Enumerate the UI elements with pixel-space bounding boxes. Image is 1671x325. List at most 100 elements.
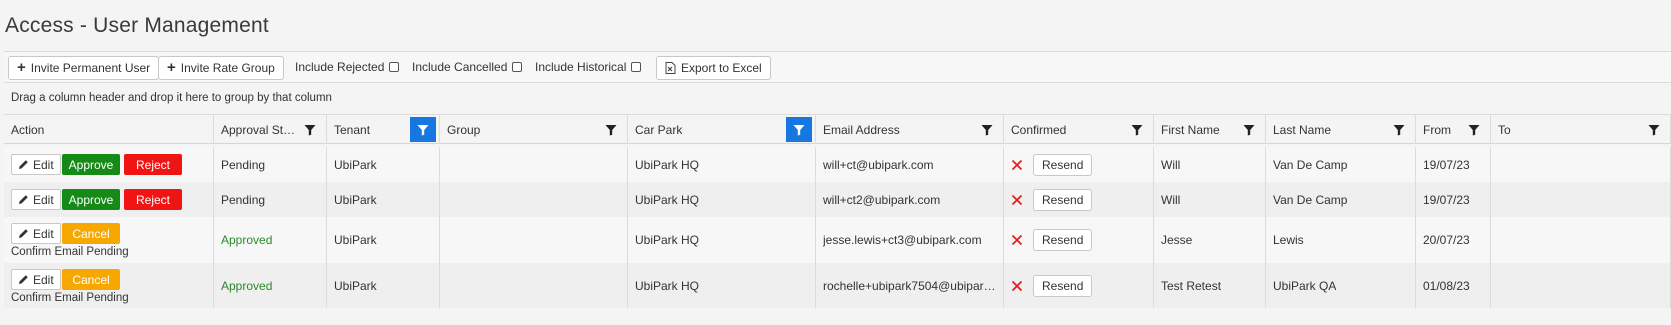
column-header-car-park[interactable]: Car Park bbox=[628, 115, 816, 144]
column-header-label: Confirmed bbox=[1011, 123, 1067, 137]
column-filter-button[interactable] bbox=[1386, 117, 1412, 142]
grid-header-row: Action Approval Status Tenant Group Car Park… bbox=[4, 115, 1671, 144]
table-row: Edit Approve Reject Pending UbiPark UbiPark H… bbox=[4, 182, 1671, 217]
column-header-to[interactable]: To bbox=[1491, 115, 1671, 144]
edit-button[interactable]: Edit bbox=[11, 269, 61, 290]
column-header-first-name[interactable]: First Name bbox=[1154, 115, 1266, 144]
group-cell bbox=[440, 217, 628, 263]
car-park-cell: UbiPark HQ bbox=[628, 147, 816, 182]
edit-button[interactable]: Edit bbox=[11, 223, 61, 244]
last-name-cell: Lewis bbox=[1266, 217, 1416, 263]
to-date-cell bbox=[1491, 182, 1671, 217]
column-filter-button[interactable] bbox=[598, 117, 624, 142]
last-name-cell: Van De Camp bbox=[1266, 147, 1416, 182]
column-header-label: Approval Status bbox=[221, 123, 298, 137]
column-header-label: Last Name bbox=[1273, 123, 1332, 137]
group-cell bbox=[440, 182, 628, 217]
confirm-email-pending-note: Confirm Email Pending bbox=[11, 246, 129, 258]
car-park-cell: UbiPark HQ bbox=[628, 182, 816, 217]
user-grid: Action Approval Status Tenant Group Car Park… bbox=[4, 115, 1671, 308]
column-header-approval-status[interactable]: Approval Status bbox=[214, 115, 327, 144]
approval-status-cell: Pending bbox=[214, 147, 327, 182]
to-date-cell bbox=[1491, 147, 1671, 182]
export-to-excel-button[interactable]: Export to Excel bbox=[656, 56, 771, 80]
column-header-from[interactable]: From bbox=[1416, 115, 1491, 144]
column-filter-button[interactable] bbox=[1236, 117, 1262, 142]
tenant-cell: UbiPark bbox=[327, 217, 440, 263]
funnel-icon bbox=[417, 124, 429, 135]
invite-permanent-user-button[interactable]: + Invite Permanent User bbox=[8, 56, 160, 80]
last-name-cell-text: UbiPark QA bbox=[1273, 278, 1337, 293]
include-rejected-box[interactable] bbox=[389, 62, 400, 72]
column-filter-button[interactable] bbox=[1461, 117, 1487, 142]
approval-status-cell: Approved bbox=[214, 263, 327, 308]
funnel-icon bbox=[1393, 124, 1405, 135]
from-date-cell-text: 20/07/23 bbox=[1423, 233, 1470, 247]
edit-label: Edit bbox=[33, 272, 54, 287]
column-header-label: Group bbox=[447, 123, 481, 137]
column-filter-button[interactable] bbox=[410, 117, 436, 142]
include-cancelled-label: Include Cancelled bbox=[412, 60, 508, 74]
invite-rate-group-button[interactable]: + Invite Rate Group bbox=[158, 56, 284, 80]
column-filter-button[interactable] bbox=[1124, 117, 1150, 142]
column-filter-button[interactable] bbox=[297, 117, 323, 142]
action-cell: Edit Cancel Confirm Email Pending bbox=[4, 217, 214, 263]
column-header-action[interactable]: Action bbox=[4, 115, 214, 144]
last-name-cell: Van De Camp bbox=[1266, 182, 1416, 217]
car-park-cell-text: UbiPark HQ bbox=[635, 157, 700, 172]
group-drop-zone[interactable]: Drag a column header and drop it here to… bbox=[4, 83, 1671, 115]
cancel-button[interactable]: Cancel bbox=[62, 223, 120, 244]
column-header-last-name[interactable]: Last Name bbox=[1266, 115, 1416, 144]
include-historical-label: Include Historical bbox=[535, 60, 627, 74]
column-header-group[interactable]: Group bbox=[440, 115, 628, 144]
include-cancelled-checkbox[interactable]: Include Cancelled bbox=[412, 60, 523, 74]
email-cell: will+ct2@ubipark.com bbox=[816, 182, 1004, 217]
last-name-cell-text: Van De Camp bbox=[1273, 157, 1348, 172]
tenant-cell-text: UbiPark bbox=[334, 157, 377, 172]
edit-button[interactable]: Edit bbox=[11, 189, 61, 210]
include-historical-box[interactable] bbox=[631, 62, 642, 72]
tenant-cell: UbiPark bbox=[327, 263, 440, 308]
tenant-cell: UbiPark bbox=[327, 182, 440, 217]
car-park-cell: UbiPark HQ bbox=[628, 217, 816, 263]
last-name-cell-text: Lewis bbox=[1273, 233, 1304, 247]
column-header-confirmed[interactable]: Confirmed bbox=[1004, 115, 1154, 144]
export-to-excel-label: Export to Excel bbox=[681, 61, 762, 75]
tenant-cell: UbiPark bbox=[327, 147, 440, 182]
email-cell: rochelle+ubipark7504@ubipark... bbox=[816, 263, 1004, 308]
column-filter-button[interactable] bbox=[1641, 117, 1667, 142]
column-header-tenant[interactable]: Tenant bbox=[327, 115, 440, 144]
column-filter-button[interactable] bbox=[786, 117, 812, 142]
column-header-email-address[interactable]: Email Address bbox=[816, 115, 1004, 144]
resend-button[interactable]: Resend bbox=[1033, 188, 1093, 211]
plus-icon: + bbox=[167, 59, 176, 76]
first-name-cell-text: Will bbox=[1161, 192, 1181, 207]
first-name-cell: Will bbox=[1154, 182, 1266, 217]
x-icon bbox=[1011, 159, 1023, 170]
include-cancelled-box[interactable] bbox=[512, 62, 523, 72]
email-cell: jesse.lewis+ct3@ubipark.com bbox=[816, 217, 1004, 263]
first-name-cell-text: Will bbox=[1161, 157, 1181, 172]
email-cell-text: jesse.lewis+ct3@ubipark.com bbox=[823, 233, 982, 247]
resend-button[interactable]: Resend bbox=[1033, 229, 1093, 251]
approve-button[interactable]: Approve bbox=[62, 154, 120, 175]
pencil-icon bbox=[19, 160, 28, 169]
funnel-icon bbox=[1468, 124, 1480, 135]
include-rejected-checkbox[interactable]: Include Rejected bbox=[295, 60, 400, 74]
action-cell: Edit Cancel Confirm Email Pending bbox=[4, 263, 214, 308]
column-filter-button[interactable] bbox=[974, 117, 1000, 142]
reject-button[interactable]: Reject bbox=[124, 189, 182, 210]
resend-button[interactable]: Resend bbox=[1033, 153, 1093, 176]
edit-button[interactable]: Edit bbox=[11, 154, 61, 175]
car-park-cell: UbiPark HQ bbox=[628, 263, 816, 308]
resend-button[interactable]: Resend bbox=[1033, 274, 1093, 297]
x-icon bbox=[1011, 194, 1023, 205]
approve-button[interactable]: Approve bbox=[62, 189, 120, 210]
from-date-cell: 20/07/23 bbox=[1416, 217, 1491, 263]
table-row: Edit Cancel Confirm Email Pending Approved U… bbox=[4, 263, 1671, 308]
cancel-button[interactable]: Cancel bbox=[62, 269, 120, 290]
tenant-cell-text: UbiPark bbox=[334, 278, 377, 293]
funnel-icon bbox=[981, 124, 993, 135]
reject-button[interactable]: Reject bbox=[124, 154, 182, 175]
include-historical-checkbox[interactable]: Include Historical bbox=[535, 60, 642, 74]
